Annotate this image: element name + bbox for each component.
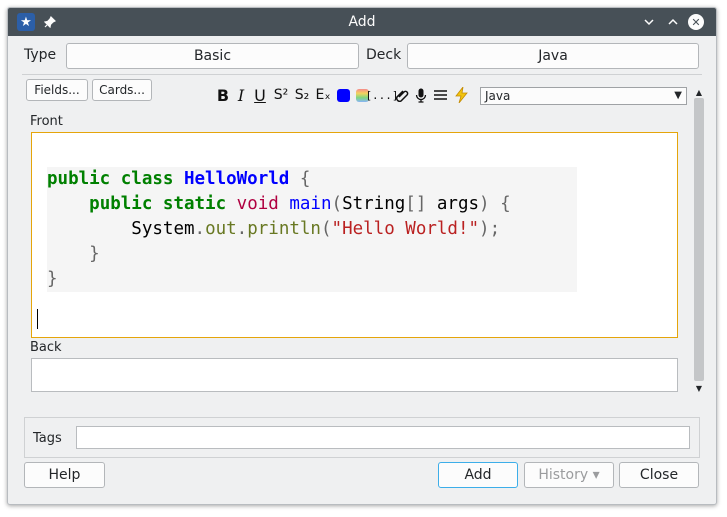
back-label: Back <box>30 340 62 355</box>
subscript-button[interactable]: S₂ <box>293 86 311 104</box>
lightning-icon <box>454 87 468 103</box>
code-token: println <box>247 219 321 239</box>
close-icon[interactable]: ✕ <box>688 14 704 30</box>
scroll-down-icon[interactable]: ▼ <box>694 384 704 393</box>
code-token: "Hello World!" <box>331 219 480 239</box>
code-line: public static void main(String[] args) { <box>47 192 577 217</box>
deck-label: Deck <box>366 47 402 63</box>
note-type-button[interactable]: Basic <box>66 43 359 69</box>
tags-label: Tags <box>33 431 62 446</box>
code-line: } <box>47 267 577 292</box>
code-token: args <box>436 194 480 214</box>
microphone-icon <box>415 88 427 103</box>
record-button[interactable] <box>414 86 428 104</box>
superscript-button[interactable]: S² <box>272 86 290 104</box>
code-line: System.out.println("Hello World!"); <box>47 217 577 242</box>
scroll-up-icon[interactable]: ▲ <box>694 88 704 97</box>
code-highlight-button[interactable] <box>453 86 469 104</box>
close-button[interactable]: Close <box>619 462 699 488</box>
separator <box>22 74 702 75</box>
more-button[interactable] <box>432 86 448 104</box>
code-token: . <box>194 219 206 239</box>
code-token: void <box>236 194 290 214</box>
title-bar: ★ Add ✕ <box>8 8 716 36</box>
language-select-value: Java <box>485 89 511 103</box>
code-token: [] <box>405 194 437 214</box>
underline-button[interactable]: U <box>253 86 267 105</box>
fields-button[interactable]: Fields... <box>26 79 88 101</box>
code-token: String <box>342 194 406 214</box>
language-select[interactable]: Java ▼ <box>480 87 687 105</box>
code-token: ( <box>320 219 332 239</box>
window-title: Add <box>348 14 376 30</box>
add-dialog: ★ Add ✕ Type Basic Deck Java Fields... C… <box>7 7 717 505</box>
bold-button[interactable]: B <box>216 86 230 105</box>
maximize-icon[interactable] <box>664 13 682 31</box>
cards-button[interactable]: Cards... <box>92 79 152 101</box>
scrollbar-thumb[interactable] <box>694 98 704 381</box>
code-token: System <box>131 219 195 239</box>
text-color-button[interactable] <box>335 86 351 104</box>
front-code-block: public class HelloWorld { public static … <box>47 167 577 292</box>
text-cursor <box>37 309 38 329</box>
code-token: } <box>47 244 100 264</box>
attach-button[interactable] <box>394 86 410 104</box>
editor-scrollbar[interactable]: ▲ ▼ <box>694 88 704 400</box>
back-field-editor[interactable] <box>31 358 678 392</box>
code-token: public static <box>89 194 237 214</box>
tags-input[interactable] <box>76 426 690 449</box>
help-button[interactable]: Help <box>24 462 105 488</box>
history-button[interactable]: History ▾ <box>524 462 614 488</box>
code-token: } <box>47 269 58 289</box>
add-button[interactable]: Add <box>438 462 518 488</box>
code-token: out <box>205 219 237 239</box>
code-token: { <box>289 169 311 189</box>
code-token: HelloWorld <box>183 169 290 189</box>
type-label: Type <box>24 47 57 63</box>
text-color-swatch-icon <box>336 88 350 102</box>
code-token: ); <box>479 219 501 239</box>
menu-icon <box>433 90 447 100</box>
code-line: } <box>47 242 577 267</box>
minimize-icon[interactable] <box>640 13 658 31</box>
paperclip-icon <box>395 90 409 102</box>
italic-button[interactable]: I <box>235 86 247 105</box>
code-line: public class HelloWorld { <box>47 167 577 192</box>
front-label: Front <box>30 114 63 129</box>
deck-button[interactable]: Java <box>407 43 699 69</box>
code-token: . <box>236 219 248 239</box>
code-token: ) { <box>479 194 511 214</box>
code-token: ( <box>331 194 343 214</box>
code-token: public class <box>47 169 184 189</box>
code-token: main <box>289 194 332 214</box>
clear-format-button[interactable]: Eₓ <box>314 86 332 104</box>
cloze-button[interactable]: [...] <box>365 86 398 104</box>
dropdown-arrow-icon: ▼ <box>674 90 682 101</box>
